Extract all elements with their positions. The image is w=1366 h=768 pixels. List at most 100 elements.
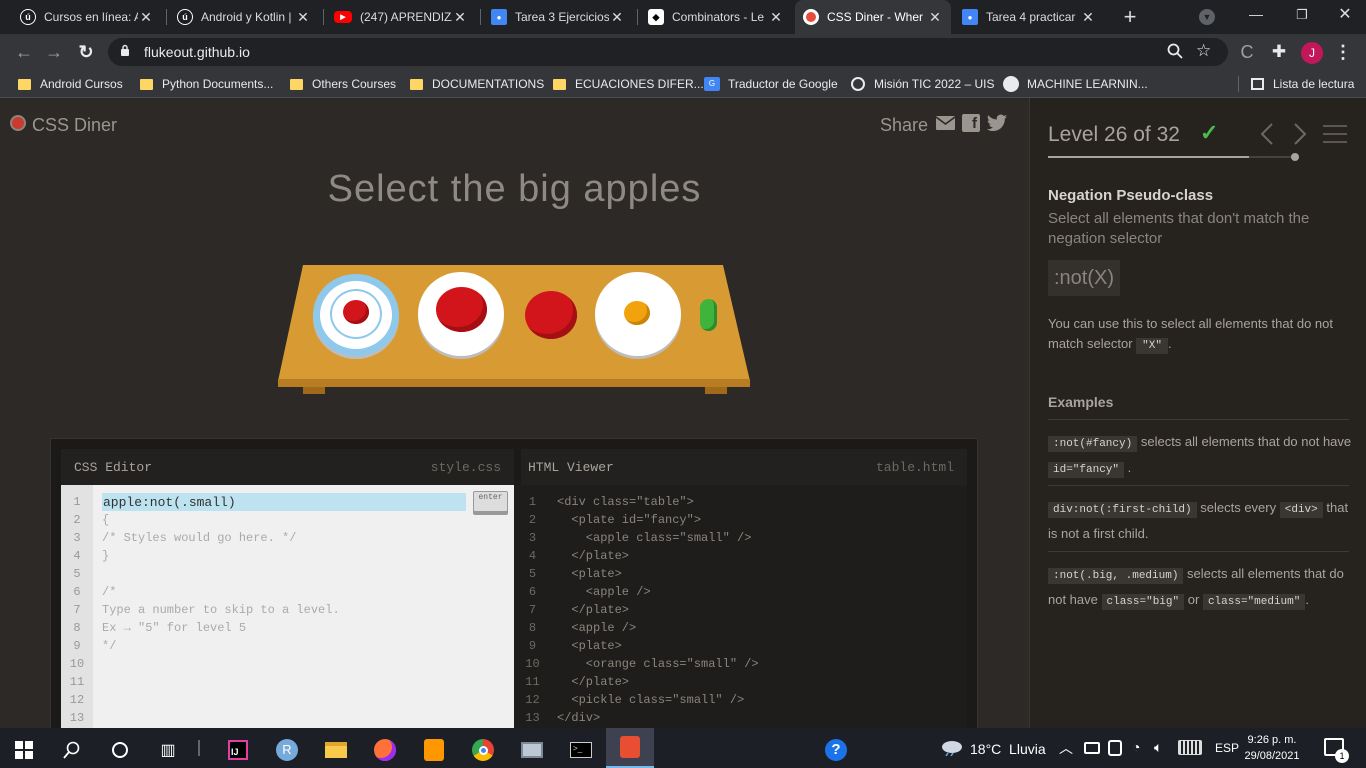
terminal-icon[interactable]: >_ <box>563 732 599 768</box>
level-menu-icon[interactable] <box>1323 124 1347 144</box>
small-orange[interactable] <box>624 301 650 325</box>
big-apple-on-table[interactable] <box>525 291 577 339</box>
cortana-icon[interactable] <box>102 732 138 768</box>
code-line[interactable]: </div> <box>557 709 957 727</box>
bookmark-android-cursos[interactable]: Android Cursos <box>18 70 123 98</box>
code-line[interactable]: <plate> <box>557 565 957 583</box>
keyboard-icon[interactable] <box>1178 740 1202 755</box>
browser-menu-icon[interactable]: ⋮ <box>1334 40 1352 64</box>
bookmark-python-documents[interactable]: Python Documents... <box>140 70 273 98</box>
file-explorer-icon[interactable] <box>318 732 354 768</box>
close-tab-icon[interactable]: ✕ <box>452 9 468 26</box>
bookmark-star-icon[interactable]: ☆ <box>1196 41 1216 61</box>
language-indicator[interactable]: ESP <box>1215 741 1239 755</box>
tab-tarea-3[interactable]: ● Tarea 3 Ejercicios ✕ <box>483 0 633 34</box>
clock[interactable]: 9:26 p. m. 29/08/2021 <box>1240 732 1304 764</box>
bookmark-machine-learning[interactable]: MACHINE LEARNIN... <box>1003 70 1148 98</box>
code-line[interactable]: <pickle class="small" /> <box>557 691 957 709</box>
address-bar[interactable]: flukeout.github.io ☆ <box>108 38 1228 66</box>
twitter-share-icon[interactable] <box>986 114 1008 132</box>
close-tab-icon[interactable]: ✕ <box>609 9 625 26</box>
new-tab-button[interactable]: + <box>1118 4 1142 30</box>
restore-button[interactable]: ❐ <box>1280 0 1324 30</box>
big-apple[interactable] <box>436 287 487 332</box>
css-diner-page: CSS Diner Share f Select the big apples … <box>0 98 1366 728</box>
extension-c-icon[interactable]: C <box>1236 40 1258 64</box>
line-number: 1 <box>528 495 537 509</box>
bookmark-others-courses[interactable]: Others Courses <box>290 70 396 98</box>
plate[interactable] <box>595 272 681 356</box>
tab-search-icon[interactable]: ▼ <box>1199 9 1215 25</box>
code-line[interactable]: </plate> <box>557 673 957 691</box>
example-divider <box>1048 419 1349 420</box>
reading-list-label: Lista de lectura <box>1273 77 1355 91</box>
bookmark-google-translate[interactable]: G Traductor de Google <box>704 70 838 98</box>
small-pickle[interactable] <box>700 299 717 331</box>
bookmark-mision-tic[interactable]: Misión TIC 2022 – UIS <box>851 70 995 98</box>
code-line[interactable]: <apple /> <box>557 619 957 637</box>
fancy-plate[interactable] <box>313 274 399 356</box>
code-line[interactable]: <plate id="fancy"> <box>557 511 957 529</box>
css-code-lines: { /* Styles would go here. */ } /* Type … <box>102 493 502 727</box>
code-line[interactable]: <div class="table"> <box>557 493 957 511</box>
wifi-icon[interactable]: ◔ <box>1132 739 1148 755</box>
code-line[interactable]: <apple class="small" /> <box>557 529 957 547</box>
level-indicator[interactable]: Level 26 of 32 <box>1048 123 1180 147</box>
tab-combinators[interactable]: ◆ Combinators - Le ✕ <box>640 0 792 34</box>
windows-start-icon[interactable] <box>6 732 42 768</box>
close-tab-icon[interactable]: ✕ <box>295 9 311 26</box>
next-level-arrow-icon[interactable] <box>1292 122 1308 146</box>
close-tab-icon[interactable]: ✕ <box>1080 9 1096 26</box>
example-code: :not(.big, .medium) <box>1048 568 1184 584</box>
tab-tarea-4[interactable]: ● Tarea 4 practicar ✕ <box>954 0 1104 34</box>
search-icon[interactable] <box>54 732 90 768</box>
code-line[interactable]: </plate> <box>557 601 957 619</box>
firefox-icon[interactable] <box>367 732 403 768</box>
code-line[interactable]: </plate> <box>557 547 957 565</box>
small-apple[interactable] <box>343 300 369 324</box>
remote-desktop-icon[interactable] <box>514 732 550 768</box>
close-tab-icon[interactable]: ✕ <box>138 9 154 26</box>
close-tab-icon[interactable]: ✕ <box>927 9 943 26</box>
chrome-icon[interactable] <box>465 732 501 768</box>
code-line[interactable]: <plate> <box>557 637 957 655</box>
code-line[interactable]: <orange class="small" /> <box>557 655 957 673</box>
battery-icon[interactable] <box>1084 742 1100 754</box>
reading-list-button[interactable]: Lista de lectura <box>1251 70 1354 98</box>
tab-udemy-courses[interactable]: ú Cursos en línea: A ✕ <box>12 0 162 34</box>
profile-avatar[interactable]: J <box>1301 42 1323 64</box>
help-icon[interactable]: ? <box>818 732 854 768</box>
globe-icon <box>851 77 865 91</box>
intellij-icon[interactable]: IJ <box>220 732 256 768</box>
weather-text[interactable]: 18°C Lluvia <box>970 741 1046 757</box>
facebook-share-icon[interactable]: f <box>962 114 980 132</box>
device-icon[interactable] <box>1108 740 1122 756</box>
previous-level-arrow-icon[interactable] <box>1259 122 1275 146</box>
tab-android-kotlin[interactable]: ú Android y Kotlin | ✕ <box>169 0 319 34</box>
line-number: 7 <box>73 603 81 617</box>
weather-cloud-icon[interactable] <box>940 738 964 757</box>
forward-icon[interactable]: → <box>42 40 66 64</box>
bookmark-ecuaciones[interactable]: ECUACIONES DIFER... <box>553 70 704 98</box>
git-gui-icon[interactable] <box>606 728 654 768</box>
back-icon[interactable]: ← <box>12 40 36 64</box>
sublime-text-icon[interactable] <box>416 732 452 768</box>
show-hidden-icons-chevron-icon[interactable]: ︿ <box>1059 738 1073 758</box>
bookmark-documentations[interactable]: DOCUMENTATIONS <box>410 70 544 98</box>
zoom-search-icon[interactable] <box>1166 42 1186 62</box>
tab-css-diner[interactable]: CSS Diner - Wher ✕ <box>795 0 951 34</box>
code-line[interactable]: <apple /> <box>557 583 957 601</box>
extensions-puzzle-icon[interactable]: ✚ <box>1268 41 1290 63</box>
volume-icon[interactable]: 🔈︎ <box>1154 739 1170 755</box>
rstudio-icon[interactable]: R <box>269 732 305 768</box>
level-progress-handle[interactable] <box>1291 153 1299 161</box>
plate[interactable] <box>418 272 504 356</box>
task-view-icon[interactable]: ▥ <box>150 732 186 768</box>
tab-youtube[interactable]: ▶ (247) APRENDIZA ✕ <box>326 0 476 34</box>
close-window-button[interactable]: ✕ <box>1324 0 1366 30</box>
email-share-icon[interactable] <box>935 116 956 130</box>
logo-text[interactable]: CSS Diner <box>32 115 117 136</box>
reload-icon[interactable]: ↻ <box>74 40 98 64</box>
close-tab-icon[interactable]: ✕ <box>768 9 784 26</box>
minimize-button[interactable]: — <box>1234 0 1278 30</box>
